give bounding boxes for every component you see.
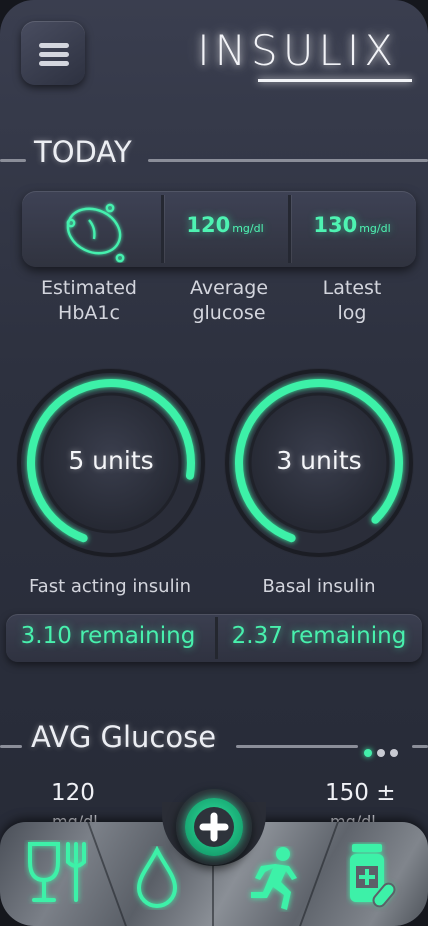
page-dot[interactable] [377,749,385,757]
section-divider [236,745,358,748]
nav-separator [299,822,339,926]
avg-glucose-left-value: 120 [51,780,95,806]
fast-acting-units: 5 units [68,446,154,475]
basal-insulin-gauge[interactable]: 3 units [222,366,416,560]
basal-remaining: 2.37 remaining [231,623,407,649]
app-logo: INSULIX [197,26,398,75]
section-divider [0,159,26,162]
remaining-bar: 3.10 remaining 2.37 remaining [6,614,422,662]
average-glucose-value: 120 mg/dl [186,213,264,237]
nav-separator [87,822,127,926]
latest-log-value: 130 mg/dl [313,213,391,237]
today-stats-bar: 120 mg/dl 130 mg/dl [22,191,416,267]
section-divider [148,159,428,162]
average-glucose-label: Average glucose [189,277,269,324]
plus-icon [199,812,229,842]
section-divider [0,745,22,748]
fast-acting-label: Fast acting insulin [28,576,192,597]
avg-glucose-right-value: 150 ± [325,780,396,806]
water-drop-icon[interactable] [133,846,181,910]
hamburger-line [39,61,69,66]
fast-acting-remaining: 3.10 remaining [20,623,196,649]
drop-rings-icon [66,203,125,263]
add-entry-button[interactable] [176,789,252,865]
page-indicator[interactable] [364,742,403,761]
app-screen: INSULIX TODAY 120 mg/dl 130 mg/dl Estima… [0,0,428,926]
fab-ring [185,798,243,856]
fab-core [194,807,234,847]
menu-button[interactable] [21,21,85,85]
medication-icon[interactable] [346,842,402,912]
basal-label: Basal insulin [262,576,376,597]
latest-log-label: Latest log [322,277,382,324]
avg-glucose-title: AVG Glucose [31,720,217,754]
hamburger-line [39,52,69,57]
meal-icon[interactable] [24,840,88,904]
fast-acting-insulin-gauge[interactable]: 5 units [14,366,208,560]
hamburger-icon [39,43,69,48]
remaining-divider [215,617,218,659]
hba1c-label: Estimated HbA1c [41,277,137,324]
page-dot[interactable] [390,749,398,757]
basal-units: 3 units [276,446,362,475]
page-dot[interactable] [364,749,372,757]
section-divider [412,745,428,748]
running-icon[interactable] [245,846,305,912]
logo-underline [258,79,412,82]
today-title: TODAY [34,135,132,169]
